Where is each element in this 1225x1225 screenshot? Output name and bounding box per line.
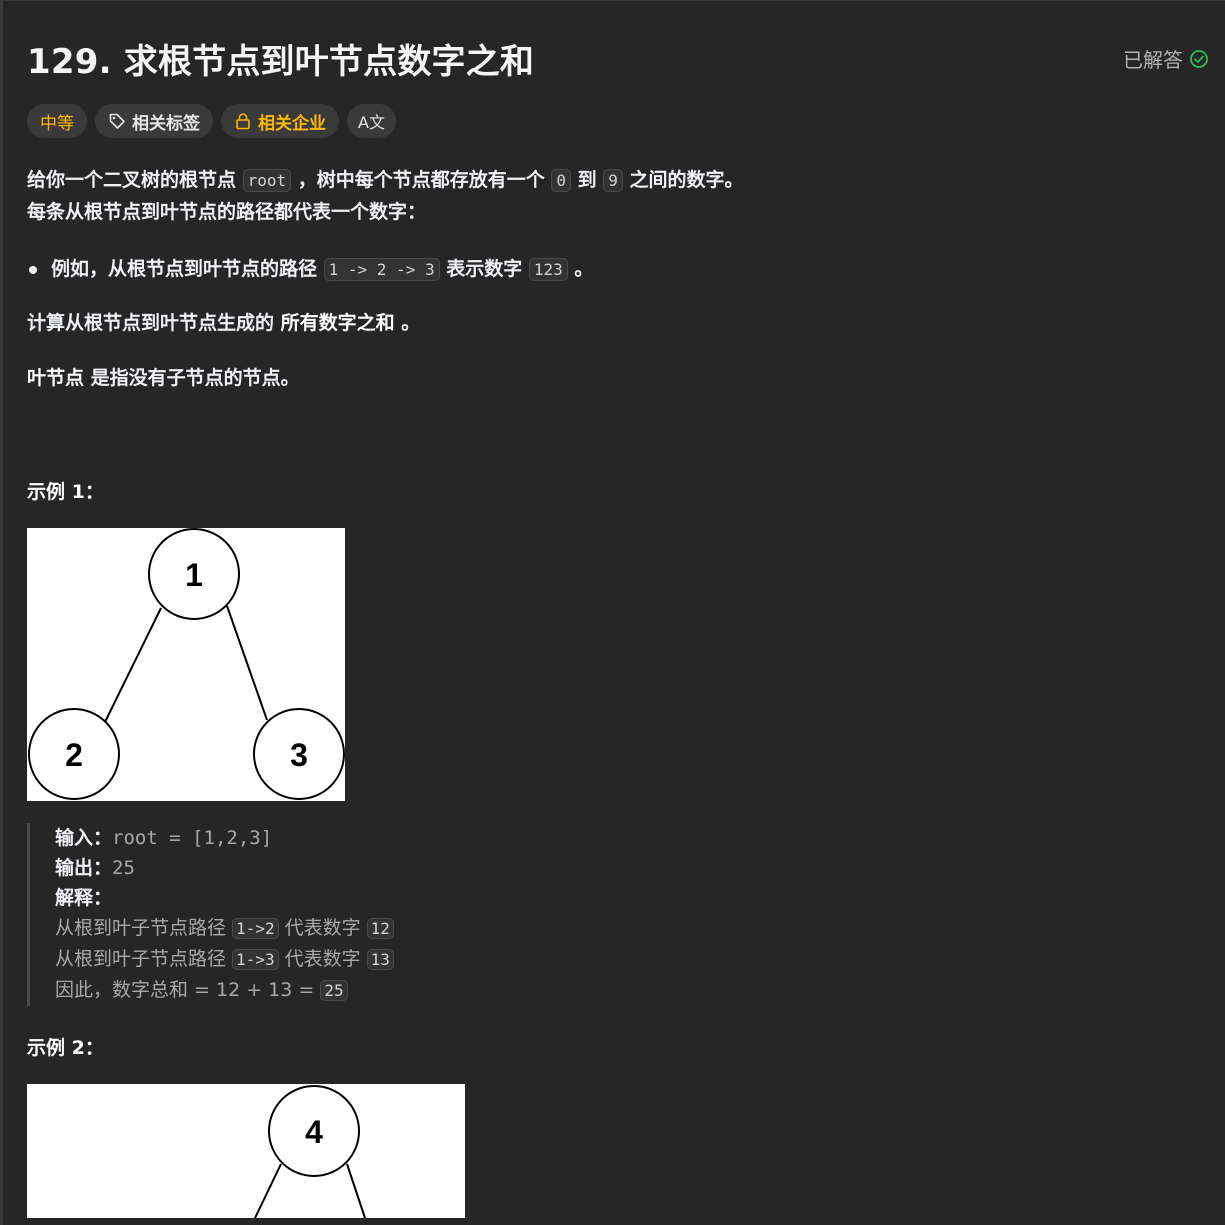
explanation-line: 因此，数字总和 = 12 + 13 = 25 bbox=[55, 975, 394, 1006]
example-1-tree-image: 1 2 3 bbox=[27, 528, 345, 801]
emphasis: 叶节点 bbox=[27, 367, 85, 389]
inline-code: 123 bbox=[528, 258, 568, 281]
inline-code: 0 bbox=[551, 169, 572, 192]
tree-node-label: 4 bbox=[305, 1114, 323, 1150]
output-label: 输出： bbox=[55, 857, 113, 879]
description-line-1: 给你一个二叉树的根节点 root ，树中每个节点都存放有一个 0 到 9 之间的… bbox=[27, 164, 744, 197]
solved-status: 已解答 bbox=[1123, 44, 1209, 73]
tree-node-label: 3 bbox=[290, 737, 308, 773]
text: 之间的数字。 bbox=[622, 169, 744, 191]
related-companies-button[interactable]: 相关企业 bbox=[221, 104, 339, 138]
tag-row: 中等 相关标签 相关企业 A文 bbox=[27, 104, 396, 138]
example-2-heading: 示例 2： bbox=[27, 1037, 104, 1059]
description-line-2: 每条从根节点到叶节点的路径都代表一个数字： bbox=[27, 201, 427, 223]
example-2-tree-image: 4 bbox=[27, 1084, 465, 1218]
solved-status-label: 已解答 bbox=[1123, 48, 1183, 72]
inline-code: root bbox=[242, 169, 292, 192]
input-value: root = [1,2,3] bbox=[112, 827, 273, 849]
output-value: 25 bbox=[112, 857, 135, 879]
emphasis: 所有数字之和 bbox=[280, 312, 395, 334]
text: 。 bbox=[567, 258, 594, 280]
text: 给你一个二叉树的根节点 bbox=[27, 169, 243, 191]
inline-code: 25 bbox=[320, 980, 348, 1001]
list-item-text: 例如，从根节点到叶节点的路径 1 -> 2 -> 3 表示数字 123 。 bbox=[51, 253, 593, 286]
bullet-dot bbox=[29, 265, 37, 274]
frame-left-border bbox=[0, 0, 3, 1225]
text: 计算从根节点到叶节点生成的 bbox=[27, 312, 281, 334]
description-line-4: 叶节点 是指没有子节点的节点。 bbox=[27, 362, 300, 394]
example-output-line: 输出：25 bbox=[55, 853, 394, 883]
inline-code: 1->3 bbox=[232, 949, 279, 970]
tree-node-label: 1 bbox=[185, 557, 203, 593]
text: 从根到叶子节点路径 bbox=[55, 917, 233, 939]
example-1-block: 输入：root = [1,2,3] 输出：25 解释： 从根到叶子节点路径 1-… bbox=[27, 823, 394, 1006]
inline-code: 13 bbox=[366, 949, 394, 970]
text: 代表数字 bbox=[278, 948, 367, 970]
tree-node-label: 2 bbox=[65, 737, 83, 773]
translate-icon: A文 bbox=[358, 113, 385, 132]
text: 是指没有子节点的节点。 bbox=[84, 367, 300, 389]
text: 。 bbox=[394, 312, 421, 334]
frame-top-border bbox=[0, 0, 1225, 1]
text: 表示数字 bbox=[439, 258, 529, 280]
text: 从根到叶子节点路径 bbox=[55, 948, 233, 970]
related-companies-label: 相关企业 bbox=[258, 113, 326, 134]
text: ，树中每个节点都存放有一个 bbox=[291, 169, 552, 191]
explanation-line: 从根到叶子节点路径 1->3 代表数字 13 bbox=[55, 944, 394, 975]
check-circle-icon bbox=[1190, 49, 1208, 68]
example-input-line: 输入：root = [1,2,3] bbox=[55, 823, 394, 853]
description-line-3: 计算从根节点到叶节点生成的 所有数字之和 。 bbox=[27, 307, 420, 339]
related-tags-label: 相关标签 bbox=[132, 113, 200, 134]
binary-tree-diagram: 1 2 3 bbox=[28, 528, 345, 800]
related-tags-button[interactable]: 相关标签 bbox=[95, 104, 213, 138]
inline-code: 9 bbox=[603, 169, 623, 192]
input-label: 输入： bbox=[55, 827, 113, 849]
list-item: 例如，从根节点到叶节点的路径 1 -> 2 -> 3 表示数字 123 。 bbox=[27, 253, 593, 286]
example-explain-line: 解释： bbox=[55, 883, 394, 913]
problem-title[interactable]: 129. 求根节点到叶节点数字之和 bbox=[27, 34, 534, 83]
text: 例如，从根节点到叶节点的路径 bbox=[51, 258, 324, 280]
text: 代表数字 bbox=[278, 917, 367, 939]
text: 因此，数字总和 = 12 + 13 = bbox=[55, 979, 321, 1001]
translate-button[interactable]: A文 bbox=[347, 104, 396, 138]
inline-code: 1 -> 2 -> 3 bbox=[323, 258, 440, 281]
explanation-line: 从根到叶子节点路径 1->2 代表数字 12 bbox=[55, 913, 394, 944]
lock-icon bbox=[236, 113, 250, 130]
explain-label: 解释： bbox=[55, 887, 113, 909]
example-1-heading: 示例 1： bbox=[27, 481, 104, 503]
tag-icon bbox=[109, 113, 125, 129]
inline-code: 12 bbox=[366, 918, 394, 939]
binary-tree-diagram: 4 bbox=[254, 1085, 366, 1218]
text: 到 bbox=[571, 169, 604, 191]
difficulty-badge[interactable]: 中等 bbox=[27, 104, 87, 138]
inline-code: 1->2 bbox=[232, 918, 279, 939]
